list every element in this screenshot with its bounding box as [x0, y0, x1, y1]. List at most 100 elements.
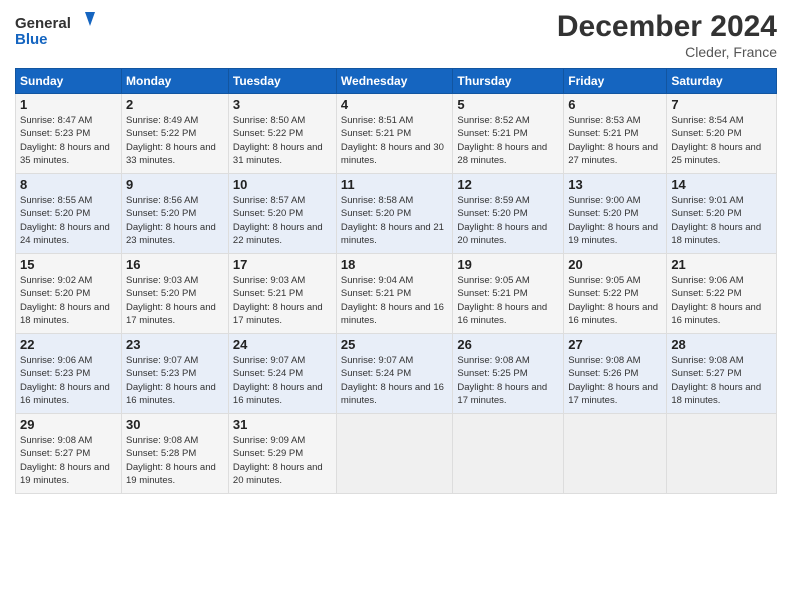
table-row: 4 Sunrise: 8:51 AM Sunset: 5:21 PM Dayli…: [336, 94, 452, 174]
day-info: Sunrise: 8:57 AM Sunset: 5:20 PM Dayligh…: [233, 194, 332, 247]
day-info: Sunrise: 9:09 AM Sunset: 5:29 PM Dayligh…: [233, 434, 332, 487]
table-row: 13 Sunrise: 9:00 AM Sunset: 5:20 PM Dayl…: [564, 174, 667, 254]
table-row: 21 Sunrise: 9:06 AM Sunset: 5:22 PM Dayl…: [667, 254, 777, 334]
table-row: 27 Sunrise: 9:08 AM Sunset: 5:26 PM Dayl…: [564, 334, 667, 414]
day-info: Sunrise: 9:08 AM Sunset: 5:26 PM Dayligh…: [568, 354, 662, 407]
day-info: Sunrise: 9:05 AM Sunset: 5:22 PM Dayligh…: [568, 274, 662, 327]
table-row: 12 Sunrise: 8:59 AM Sunset: 5:20 PM Dayl…: [453, 174, 564, 254]
svg-text:Blue: Blue: [15, 31, 48, 48]
table-row: 15 Sunrise: 9:02 AM Sunset: 5:20 PM Dayl…: [16, 254, 122, 334]
col-tuesday: Tuesday: [228, 69, 336, 94]
table-row: 20 Sunrise: 9:05 AM Sunset: 5:22 PM Dayl…: [564, 254, 667, 334]
table-row: [667, 414, 777, 494]
day-number: 21: [671, 257, 772, 272]
day-info: Sunrise: 8:49 AM Sunset: 5:22 PM Dayligh…: [126, 114, 224, 167]
table-row: 24 Sunrise: 9:07 AM Sunset: 5:24 PM Dayl…: [228, 334, 336, 414]
table-row: 18 Sunrise: 9:04 AM Sunset: 5:21 PM Dayl…: [336, 254, 452, 334]
col-saturday: Saturday: [667, 69, 777, 94]
day-number: 18: [341, 257, 448, 272]
table-row: 11 Sunrise: 8:58 AM Sunset: 5:20 PM Dayl…: [336, 174, 452, 254]
table-row: 28 Sunrise: 9:08 AM Sunset: 5:27 PM Dayl…: [667, 334, 777, 414]
col-thursday: Thursday: [453, 69, 564, 94]
month-title: December 2024: [557, 10, 777, 44]
day-info: Sunrise: 8:55 AM Sunset: 5:20 PM Dayligh…: [20, 194, 117, 247]
col-monday: Monday: [122, 69, 229, 94]
page-container: General Blue December 2024 Cleder, Franc…: [0, 0, 792, 504]
table-row: 25 Sunrise: 9:07 AM Sunset: 5:24 PM Dayl…: [336, 334, 452, 414]
day-number: 14: [671, 177, 772, 192]
day-number: 5: [457, 97, 559, 112]
day-number: 19: [457, 257, 559, 272]
day-info: Sunrise: 8:54 AM Sunset: 5:20 PM Dayligh…: [671, 114, 772, 167]
day-info: Sunrise: 8:53 AM Sunset: 5:21 PM Dayligh…: [568, 114, 662, 167]
day-info: Sunrise: 9:03 AM Sunset: 5:20 PM Dayligh…: [126, 274, 224, 327]
location-subtitle: Cleder, France: [557, 44, 777, 60]
day-number: 13: [568, 177, 662, 192]
table-row: 30 Sunrise: 9:08 AM Sunset: 5:28 PM Dayl…: [122, 414, 229, 494]
day-number: 1: [20, 97, 117, 112]
header-row: Sunday Monday Tuesday Wednesday Thursday…: [16, 69, 777, 94]
day-number: 8: [20, 177, 117, 192]
day-number: 31: [233, 417, 332, 432]
table-row: 19 Sunrise: 9:05 AM Sunset: 5:21 PM Dayl…: [453, 254, 564, 334]
day-number: 26: [457, 337, 559, 352]
table-row: 1 Sunrise: 8:47 AM Sunset: 5:23 PM Dayli…: [16, 94, 122, 174]
day-number: 29: [20, 417, 117, 432]
table-row: 22 Sunrise: 9:06 AM Sunset: 5:23 PM Dayl…: [16, 334, 122, 414]
day-info: Sunrise: 9:06 AM Sunset: 5:22 PM Dayligh…: [671, 274, 772, 327]
calendar-row: 1 Sunrise: 8:47 AM Sunset: 5:23 PM Dayli…: [16, 94, 777, 174]
day-number: 25: [341, 337, 448, 352]
calendar-table: Sunday Monday Tuesday Wednesday Thursday…: [15, 68, 777, 494]
day-info: Sunrise: 9:08 AM Sunset: 5:28 PM Dayligh…: [126, 434, 224, 487]
table-row: 5 Sunrise: 8:52 AM Sunset: 5:21 PM Dayli…: [453, 94, 564, 174]
table-row: [336, 414, 452, 494]
day-number: 9: [126, 177, 224, 192]
day-info: Sunrise: 8:52 AM Sunset: 5:21 PM Dayligh…: [457, 114, 559, 167]
day-info: Sunrise: 9:07 AM Sunset: 5:24 PM Dayligh…: [341, 354, 448, 407]
day-number: 30: [126, 417, 224, 432]
table-row: 31 Sunrise: 9:09 AM Sunset: 5:29 PM Dayl…: [228, 414, 336, 494]
day-number: 23: [126, 337, 224, 352]
day-info: Sunrise: 9:07 AM Sunset: 5:24 PM Dayligh…: [233, 354, 332, 407]
logo: General Blue: [15, 10, 95, 50]
day-info: Sunrise: 8:59 AM Sunset: 5:20 PM Dayligh…: [457, 194, 559, 247]
day-info: Sunrise: 9:08 AM Sunset: 5:25 PM Dayligh…: [457, 354, 559, 407]
table-row: 2 Sunrise: 8:49 AM Sunset: 5:22 PM Dayli…: [122, 94, 229, 174]
day-number: 17: [233, 257, 332, 272]
table-row: [453, 414, 564, 494]
day-info: Sunrise: 9:05 AM Sunset: 5:21 PM Dayligh…: [457, 274, 559, 327]
logo-svg: General Blue: [15, 10, 95, 50]
day-info: Sunrise: 8:51 AM Sunset: 5:21 PM Dayligh…: [341, 114, 448, 167]
table-row: 6 Sunrise: 8:53 AM Sunset: 5:21 PM Dayli…: [564, 94, 667, 174]
day-info: Sunrise: 9:04 AM Sunset: 5:21 PM Dayligh…: [341, 274, 448, 327]
day-info: Sunrise: 9:06 AM Sunset: 5:23 PM Dayligh…: [20, 354, 117, 407]
day-number: 10: [233, 177, 332, 192]
title-block: December 2024 Cleder, France: [557, 10, 777, 60]
day-info: Sunrise: 9:01 AM Sunset: 5:20 PM Dayligh…: [671, 194, 772, 247]
col-friday: Friday: [564, 69, 667, 94]
day-number: 12: [457, 177, 559, 192]
table-row: 3 Sunrise: 8:50 AM Sunset: 5:22 PM Dayli…: [228, 94, 336, 174]
table-row: [564, 414, 667, 494]
calendar-row: 8 Sunrise: 8:55 AM Sunset: 5:20 PM Dayli…: [16, 174, 777, 254]
day-info: Sunrise: 9:07 AM Sunset: 5:23 PM Dayligh…: [126, 354, 224, 407]
day-number: 27: [568, 337, 662, 352]
svg-text:General: General: [15, 15, 71, 32]
day-info: Sunrise: 9:03 AM Sunset: 5:21 PM Dayligh…: [233, 274, 332, 327]
day-info: Sunrise: 8:56 AM Sunset: 5:20 PM Dayligh…: [126, 194, 224, 247]
table-row: 9 Sunrise: 8:56 AM Sunset: 5:20 PM Dayli…: [122, 174, 229, 254]
day-info: Sunrise: 9:08 AM Sunset: 5:27 PM Dayligh…: [20, 434, 117, 487]
day-info: Sunrise: 8:58 AM Sunset: 5:20 PM Dayligh…: [341, 194, 448, 247]
col-wednesday: Wednesday: [336, 69, 452, 94]
day-number: 2: [126, 97, 224, 112]
table-row: 26 Sunrise: 9:08 AM Sunset: 5:25 PM Dayl…: [453, 334, 564, 414]
col-sunday: Sunday: [16, 69, 122, 94]
day-number: 15: [20, 257, 117, 272]
table-row: 16 Sunrise: 9:03 AM Sunset: 5:20 PM Dayl…: [122, 254, 229, 334]
day-info: Sunrise: 9:08 AM Sunset: 5:27 PM Dayligh…: [671, 354, 772, 407]
day-info: Sunrise: 8:47 AM Sunset: 5:23 PM Dayligh…: [20, 114, 117, 167]
day-number: 11: [341, 177, 448, 192]
day-info: Sunrise: 9:02 AM Sunset: 5:20 PM Dayligh…: [20, 274, 117, 327]
day-number: 3: [233, 97, 332, 112]
day-info: Sunrise: 8:50 AM Sunset: 5:22 PM Dayligh…: [233, 114, 332, 167]
